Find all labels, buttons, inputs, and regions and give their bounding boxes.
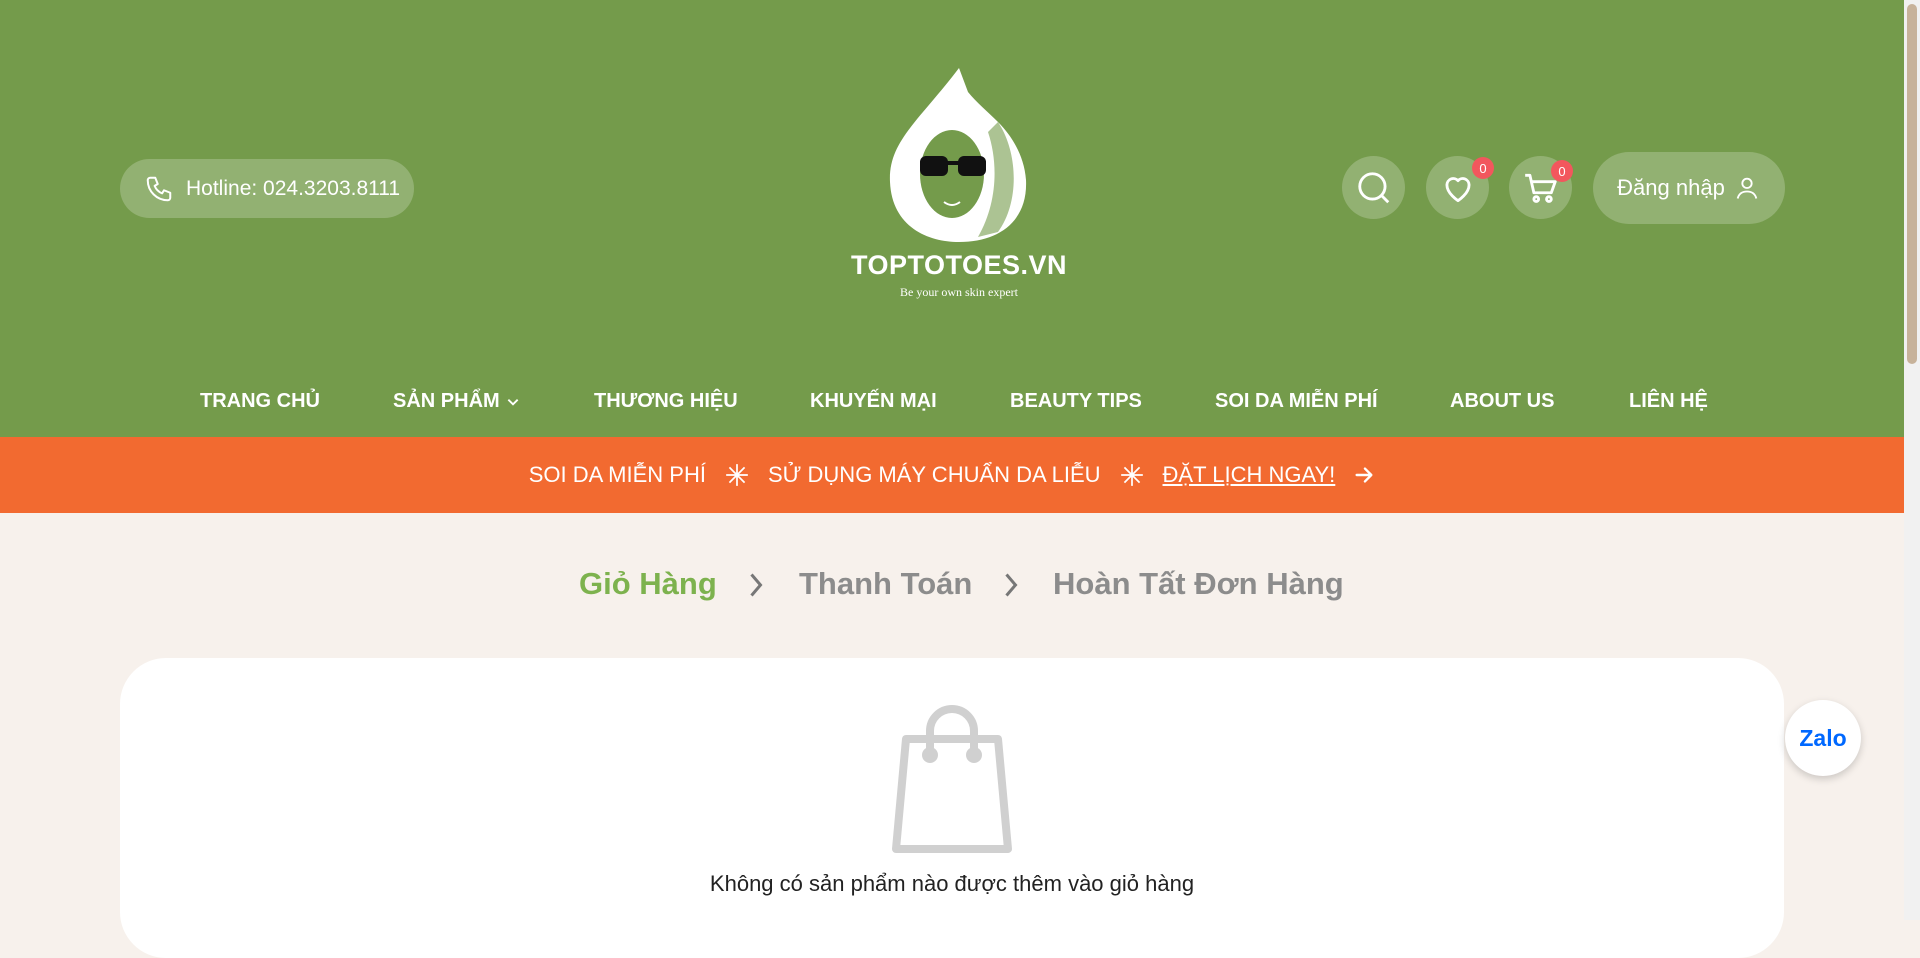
nav-item-soi-da[interactable]: SOI DA MIỄN PHÍ (1215, 390, 1378, 413)
nav-label: ABOUT US (1450, 390, 1555, 412)
search-button[interactable] (1342, 156, 1405, 219)
nav-item-beauty-tips[interactable]: BEAUTY TIPS (1010, 390, 1142, 413)
nav-item-thuong-hieu[interactable]: THƯƠNG HIỆU (594, 390, 738, 413)
nav-item-trang-chu[interactable]: TRANG CHỦ (200, 390, 320, 413)
nav-label: SOI DA MIỄN PHÍ (1215, 390, 1378, 412)
phone-icon (146, 176, 172, 201)
nav-item-lien-he[interactable]: LIÊN HỆ (1629, 390, 1708, 413)
chevron-right-icon (750, 573, 763, 597)
user-icon (1736, 177, 1758, 199)
nav-item-khuyen-mai[interactable]: KHUYẾN MẠI (810, 390, 937, 413)
promo-banner: SOI DA MIỄN PHÍ SỬ DỤNG MÁY CHUẨN DA LIỄ… (0, 437, 1904, 513)
nav-item-san-pham[interactable]: SẢN PHẨM (393, 390, 520, 413)
wishlist-count-badge: 0 (1472, 157, 1494, 179)
chevron-right-icon (1005, 573, 1018, 597)
heart-icon (1444, 176, 1471, 202)
login-label: Đăng nhập (1617, 175, 1725, 200)
logo-wordmark: TOPTOTOES.VN (850, 250, 1068, 280)
empty-cart-message: Không có sản phẩm nào được thêm vào giỏ … (709, 871, 1195, 896)
promo-text-2: SỬ DỤNG MÁY CHUẨN DA LIỄU (767, 462, 1101, 487)
nav-label: SẢN PHẨM (393, 390, 500, 412)
nav-item-about-us[interactable]: ABOUT US (1450, 390, 1554, 413)
shopping-bag-icon (892, 705, 1012, 853)
nav-label: TRANG CHỦ (200, 390, 320, 412)
promo-cta-link[interactable]: ĐẶT LỊCH NGAY! (1163, 462, 1336, 488)
search-icon (1357, 171, 1389, 203)
nav-label: THƯƠNG HIỆU (594, 390, 738, 412)
nav-label: KHUYẾN MẠI (810, 390, 937, 412)
promo-text-1: SOI DA MIỄN PHÍ (528, 462, 706, 487)
sparkle-icon (1120, 464, 1143, 486)
sparkle-icon (726, 464, 748, 486)
main-nav: TRANG CHỦ SẢN PHẨM THƯƠNG HIỆU KHUYẾN MẠ… (0, 390, 1904, 414)
step-complete[interactable]: Hoàn Tất Đơn Hàng (1053, 566, 1344, 602)
checkout-steps: Giỏ Hàng Thanh Toán Hoàn Tất Đơn Hàng (0, 566, 1904, 606)
hotline-button[interactable]: Hotline: 024.3203.8111 (120, 159, 414, 218)
chevron-down-icon (507, 398, 518, 406)
nav-label: BEAUTY TIPS (1010, 390, 1142, 412)
nav-label: LIÊN HỆ (1629, 390, 1708, 412)
zalo-chat-button[interactable]: Zalo (1785, 700, 1861, 776)
arrow-right-icon[interactable] (1353, 464, 1375, 486)
step-payment[interactable]: Thanh Toán (799, 566, 972, 602)
scrollbar-thumb[interactable] (1907, 4, 1917, 364)
zalo-label: Zalo (1799, 724, 1847, 751)
hotline-text: Hotline: 024.3203.8111 (186, 176, 401, 200)
cart-count-badge: 0 (1551, 160, 1573, 182)
site-header: Hotline: 024.3203.8111 TOPTOTOES.VN Be y… (0, 0, 1904, 437)
login-button[interactable]: Đăng nhập (1593, 152, 1785, 224)
step-cart[interactable]: Giỏ Hàng (579, 566, 717, 602)
logo-tagline: Be your own skin expert (900, 285, 1018, 299)
